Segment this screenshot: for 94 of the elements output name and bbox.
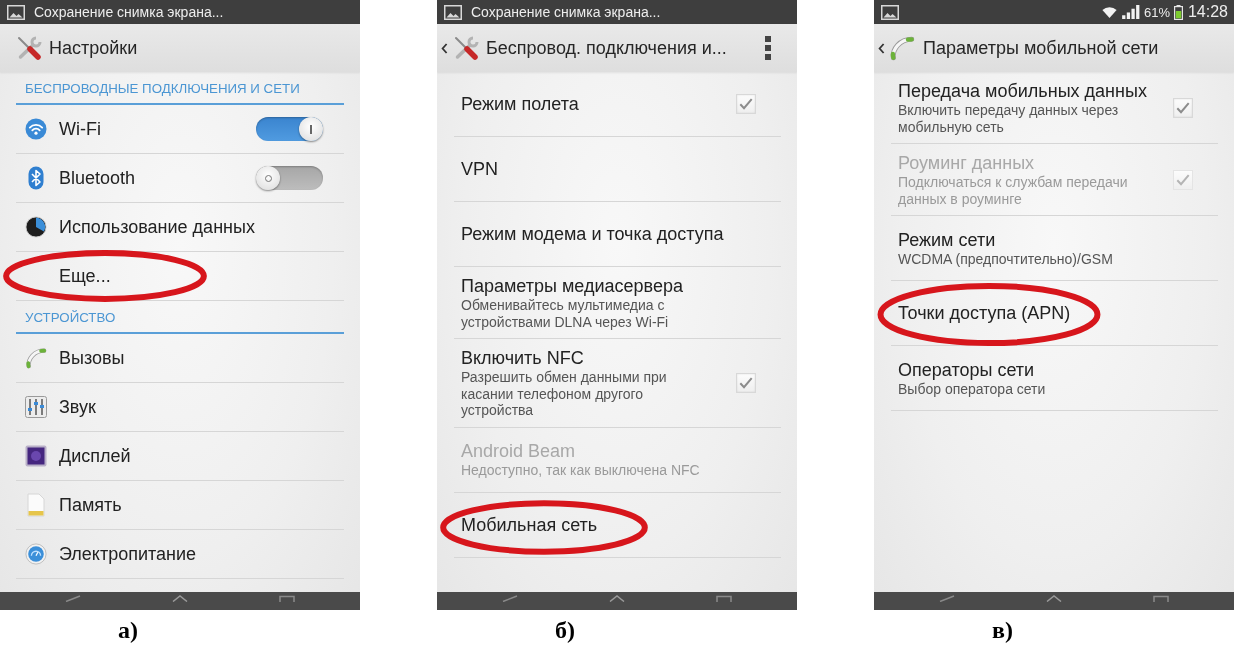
item-title: VPN [461,158,498,180]
section-header: БЕСПРОВОДНЫЕ ПОДКЛЮЧЕНИЯ И СЕТИ [16,72,344,105]
image-icon [7,4,25,20]
settings-item[interactable]: Операторы сети Выбор оператора сети [891,346,1218,411]
item-summary: Включить передачу данных через мобильную сеть [898,102,1120,135]
wifi-icon [25,118,47,140]
settings-item[interactable]: Вызовы [16,334,344,383]
item-title: Операторы сети [898,358,1035,381]
recent-apps-icon[interactable] [279,595,295,602]
settings-item[interactable]: Wi-Fi [16,105,344,154]
signal-icon [1121,5,1140,19]
item-title: Звук [59,396,96,418]
item-title: Еще... [59,265,111,287]
settings-item[interactable]: Электропитание [16,530,344,579]
checkmark-icon [1176,173,1190,186]
phone-handset-icon [25,347,47,369]
pie-chart-icon [25,216,47,238]
screen-title: Параметры мобильной сети [923,37,1159,59]
toggle-switch[interactable] [256,166,323,190]
settings-item[interactable]: Точки доступа (APN) [891,281,1218,346]
settings-item[interactable]: Мобильная сеть [454,492,781,558]
back-icon[interactable] [878,42,885,54]
figure-caption: а) [118,617,138,643]
settings-item[interactable]: Режим модема и точка доступа [454,202,781,267]
item-title: Параметры медиасервера [461,275,683,297]
item-title: Android Beam [461,440,576,463]
home-icon[interactable] [1046,595,1062,602]
settings-item[interactable]: Еще... [16,252,344,301]
settings-item[interactable]: Память [16,481,344,530]
image-icon [444,4,462,20]
phone-handset-icon [889,35,915,61]
sd-card-icon [27,493,45,517]
settings-item[interactable]: Параметры медиасервера Обменивайтесь мультимедиа с устройствами DLNA через Wi-Fi [454,267,781,339]
item-title: Использование данных [59,216,255,238]
overflow-menu-icon[interactable] [765,36,771,60]
figure-caption: б) [555,617,575,643]
item-title: Передача мобильных данных [898,80,1147,102]
checkmark-icon [739,376,753,389]
item-title: Режим полета [461,93,579,115]
home-icon[interactable] [609,595,625,602]
settings-item[interactable]: Режим полета [454,72,781,137]
toggle-switch[interactable] [256,117,323,141]
item-title: Режим сети [898,228,996,251]
checkbox[interactable] [736,372,756,393]
item-title: Память [59,494,122,516]
item-title: Роуминг данных [898,152,1035,174]
equalizer-icon [25,396,47,418]
checkbox[interactable] [1173,97,1193,118]
settings-item[interactable]: Дисплей [16,432,344,481]
item-title: Bluetooth [59,167,136,189]
clock-time: 14:28 [1187,3,1228,21]
item-title: Электропитание [59,543,197,565]
recent-apps-icon[interactable] [716,595,732,602]
item-summary: Обменивайтесь мультимедиа с устройствами DLNA через Wi-Fi [461,297,670,330]
item-summary: Недоступно, так как выключена NFC [461,462,700,479]
settings-item[interactable]: Передача мобильных данных Включить передачу данных через мобильную сеть [891,72,1218,144]
screen-title: Беспровод. подключения и... [486,37,727,59]
notification-text: Сохранение снимка экрана... [34,4,224,20]
item-title: Мобильная сеть [461,513,598,536]
settings-item[interactable]: Bluetooth [16,154,344,203]
gauge-icon [25,543,47,565]
notification-text: Сохранение снимка экрана... [471,4,661,20]
home-icon[interactable] [172,595,188,602]
tools-icon [15,35,43,61]
tools-icon [452,35,480,61]
battery-percent: 61% [1143,4,1170,20]
item-summary: Подключаться к службам передачи данных в роуминге [898,174,1129,207]
item-title: Вызовы [59,347,125,369]
recent-apps-icon[interactable] [1153,595,1169,602]
item-summary: WCDMA (предпочтительно)/GSM [898,250,1113,268]
settings-item[interactable]: Режим сети WCDMA (предпочтительно)/GSM [891,216,1218,281]
display-icon [25,445,47,467]
settings-item[interactable]: VPN [454,137,781,202]
checkbox[interactable] [736,94,756,114]
checkmark-icon [739,98,753,110]
bluetooth-icon [28,166,44,190]
item-title: Режим модема и точка доступа [461,223,724,245]
item-title: Точки доступа (APN) [898,302,1071,324]
item-title: Дисплей [59,445,131,467]
item-title: Включить NFC [461,347,584,369]
settings-item[interactable]: Включить NFC Разрешить обмен данными при касании телефоном другого устройства [454,339,781,428]
image-icon [881,4,899,20]
item-title: Wi-Fi [59,118,101,140]
wifi-icon [1101,6,1117,18]
settings-item[interactable]: Использование данных [16,203,344,252]
figure-caption: в) [992,617,1013,643]
item-summary: Разрешить обмен данными при касании телефоном другого устройства [461,369,668,419]
section-header: УСТРОЙСТВО [16,301,344,334]
checkmark-icon [1176,101,1190,114]
settings-item[interactable]: Звук [16,383,344,432]
screen-title: Настройки [49,37,138,59]
back-icon[interactable] [441,42,448,54]
battery-icon [1173,4,1183,20]
item-summary: Выбор оператора сети [898,380,1046,398]
